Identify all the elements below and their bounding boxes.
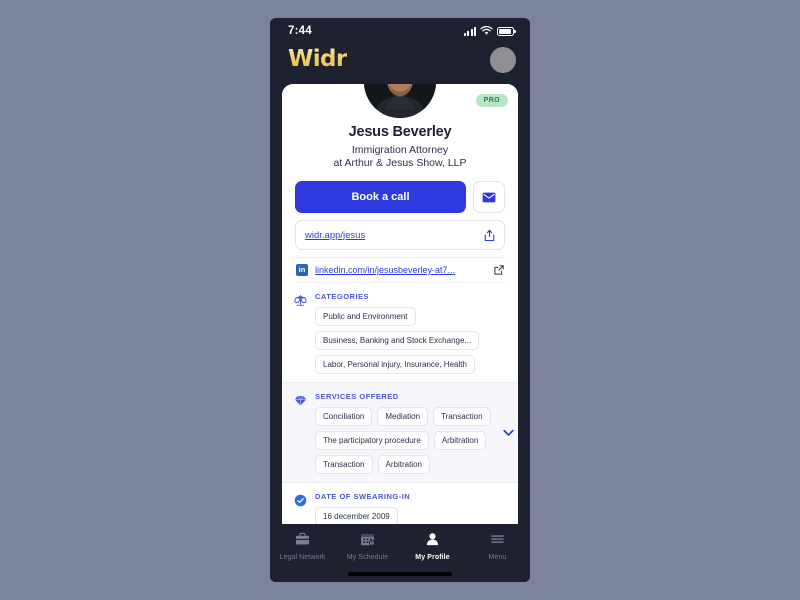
tab-my-schedule[interactable]: My Schedule xyxy=(335,532,400,561)
app-header: Widr xyxy=(270,44,530,84)
hamburger-menu-icon-wrap xyxy=(490,532,505,551)
person-icon-wrap xyxy=(425,532,440,551)
section-title: DATE OF SWEARING-IN xyxy=(315,492,411,501)
section-title: CATEGORIES xyxy=(315,292,370,301)
chip[interactable]: Arbitration xyxy=(433,431,487,450)
linkedin-icon: in xyxy=(296,264,308,276)
share-icon[interactable] xyxy=(484,229,495,242)
briefcase-icon xyxy=(295,532,310,545)
chevron-down-icon[interactable] xyxy=(503,424,514,442)
profile-title: Immigration Attorney xyxy=(351,144,449,156)
chip-list: Public and Environment Business, Banking … xyxy=(315,307,505,374)
wifi-icon xyxy=(480,26,493,35)
profile-url-text[interactable]: widr.app/jesus xyxy=(305,230,365,241)
tab-label: My Schedule xyxy=(346,553,389,561)
bottom-tab-bar: Legal Network My Schedule My Profile Menu xyxy=(270,524,530,566)
profile-sections[interactable]: CATEGORIES Public and Environment Business… xyxy=(282,283,518,524)
gem-icon-wrap xyxy=(293,392,307,474)
profile-url-row[interactable]: widr.app/jesus xyxy=(295,220,505,250)
tab-label: Menu xyxy=(488,553,507,561)
envelope-icon xyxy=(482,192,496,202)
app-logo: Widr xyxy=(288,46,347,72)
verified-check-icon xyxy=(294,494,306,507)
briefcase-icon-wrap xyxy=(295,532,310,551)
book-a-call-button[interactable]: Book a call xyxy=(295,181,466,213)
status-bar: 7:44 xyxy=(270,18,530,44)
status-icons xyxy=(464,26,516,36)
calendar-icon xyxy=(361,533,375,546)
scales-of-justice-icon xyxy=(293,295,307,306)
tab-menu[interactable]: Menu xyxy=(465,532,530,561)
chip[interactable]: Business, Banking and Stock Exchange... xyxy=(315,331,480,350)
chip-list: Conciliation Mediation Transaction The part… xyxy=(315,407,505,474)
status-time: 7:44 xyxy=(288,25,312,37)
home-indicator xyxy=(270,566,530,582)
page-background: 7:44 Widr PRO Jesus Beverley Immigration… xyxy=(0,0,800,600)
verified-check-icon-wrap xyxy=(293,492,307,524)
chip[interactable]: The participatory procedure xyxy=(315,431,429,450)
person-icon xyxy=(426,532,439,545)
profile-name: Jesus Beverley xyxy=(348,124,452,140)
chip[interactable]: Transaction xyxy=(315,455,373,474)
chip[interactable]: 16 december 2009 xyxy=(315,507,398,524)
chip[interactable]: Conciliation xyxy=(315,407,373,426)
calendar-icon-wrap xyxy=(360,532,375,551)
chip[interactable]: Labor, Personal injury, Insurance, Healt… xyxy=(315,355,475,374)
chip[interactable]: Transaction xyxy=(433,407,491,426)
section-body: DATE OF SWEARING-IN 16 december 2009 xyxy=(315,492,505,524)
profile-card-wrapper: PRO Jesus Beverley Immigration Attorney … xyxy=(270,84,530,524)
tab-label: Legal Network xyxy=(279,553,326,561)
chip[interactable]: Mediation xyxy=(377,407,429,426)
section-categories: CATEGORIES Public and Environment Business… xyxy=(282,283,518,383)
profile-firm: at Arthur & Jesus Show, LLP xyxy=(333,157,467,169)
scales-of-justice-icon-wrap xyxy=(293,292,307,374)
section-body: CATEGORIES Public and Environment Business… xyxy=(315,292,505,374)
linkedin-url-text[interactable]: linkedin.com/in/jesusbeverley-at7... xyxy=(315,265,487,275)
chip[interactable]: Public and Environment xyxy=(315,307,416,326)
profile-card: PRO Jesus Beverley Immigration Attorney … xyxy=(282,84,518,524)
phone-frame: 7:44 Widr PRO Jesus Beverley Immigration… xyxy=(270,18,530,582)
external-link-icon[interactable] xyxy=(494,265,504,275)
section-date-of-swearing-in: DATE OF SWEARING-IN 16 december 2009 xyxy=(282,483,518,524)
tab-my-profile[interactable]: My Profile xyxy=(400,532,465,561)
chip-list: 16 december 2009 xyxy=(315,507,505,524)
section-title: SERVICES OFFERED xyxy=(315,392,399,401)
chip[interactable]: Arbitration xyxy=(377,455,430,474)
cellular-signal-icon xyxy=(464,26,476,36)
email-button[interactable] xyxy=(473,181,505,213)
pro-badge: PRO xyxy=(475,94,508,107)
section-services-offered: SERVICES OFFERED Conciliation Mediation Tra… xyxy=(282,383,518,483)
tab-label: My Profile xyxy=(415,553,450,561)
linkedin-row[interactable]: in linkedin.com/in/jesusbeverley-at7... xyxy=(295,257,505,283)
section-body: SERVICES OFFERED Conciliation Mediation Tra… xyxy=(315,392,505,474)
header-avatar[interactable] xyxy=(490,47,516,73)
hamburger-menu-icon xyxy=(491,534,504,543)
action-row: Book a call xyxy=(295,181,505,213)
tab-legal-network[interactable]: Legal Network xyxy=(270,532,335,561)
battery-icon xyxy=(497,26,516,36)
gem-icon xyxy=(294,395,306,406)
